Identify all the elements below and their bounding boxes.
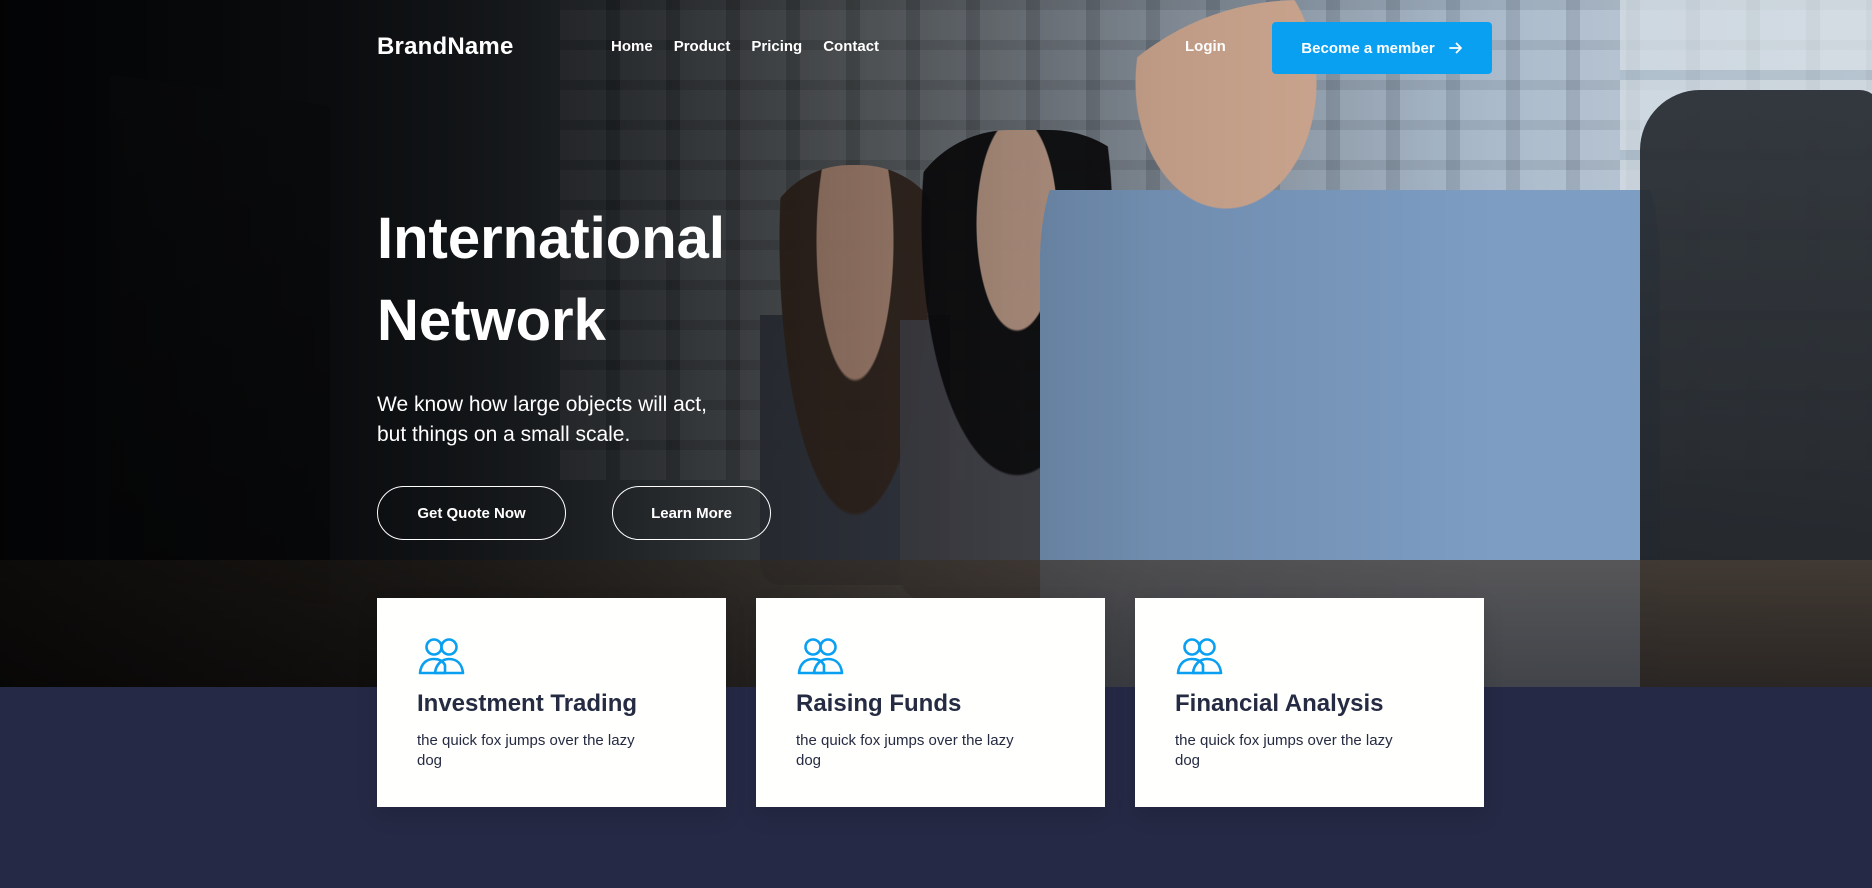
users-icon xyxy=(797,638,844,675)
arrow-right-icon xyxy=(1448,42,1462,54)
users-icon xyxy=(1176,638,1223,675)
login-link[interactable]: Login xyxy=(1185,38,1226,55)
card-text: the quick fox jumps over the lazy dog xyxy=(417,732,635,769)
learn-more-button[interactable]: Learn More xyxy=(612,486,771,540)
navbar: BrandName Home Product Pricing Contact L… xyxy=(0,0,1872,96)
feature-card-raising-funds[interactable]: Raising Funds the quick fox jumps over t… xyxy=(756,598,1105,807)
hero-subtitle-line-1: We know how large objects will act, xyxy=(377,393,707,416)
hero-title-line-1: International xyxy=(377,206,726,271)
hero-subtitle: We know how large objects will act, but … xyxy=(377,390,797,450)
feature-card-investment[interactable]: Investment Trading the quick fox jumps o… xyxy=(377,598,726,807)
nav-link-home[interactable]: Home xyxy=(611,38,653,55)
hero-title: International Network xyxy=(377,198,897,362)
get-quote-button[interactable]: Get Quote Now xyxy=(377,486,566,540)
card-title: Investment Trading xyxy=(417,690,638,717)
hero-overlay xyxy=(0,0,1872,687)
users-icon xyxy=(418,638,465,675)
nav-link-pricing[interactable]: Pricing xyxy=(751,38,802,55)
hero-subtitle-line-2: but things on a small scale. xyxy=(377,423,631,446)
card-text: the quick fox jumps over the lazy dog xyxy=(796,732,1014,769)
nav-link-contact[interactable]: Contact xyxy=(823,38,879,55)
become-member-label: Become a member xyxy=(1301,39,1435,57)
become-member-button[interactable]: Become a member xyxy=(1272,22,1492,74)
card-title: Financial Analysis xyxy=(1175,690,1384,717)
hero-background xyxy=(0,0,1872,687)
card-title: Raising Funds xyxy=(796,690,962,717)
brand-logo[interactable]: BrandName xyxy=(377,33,514,61)
nav-link-product[interactable]: Product xyxy=(674,38,731,55)
nav-links: Home Product Pricing Contact xyxy=(611,38,879,55)
hero-title-line-2: Network xyxy=(377,288,606,353)
card-text: the quick fox jumps over the lazy dog xyxy=(1175,732,1393,769)
feature-card-financial-analysis[interactable]: Financial Analysis the quick fox jumps o… xyxy=(1135,598,1484,807)
